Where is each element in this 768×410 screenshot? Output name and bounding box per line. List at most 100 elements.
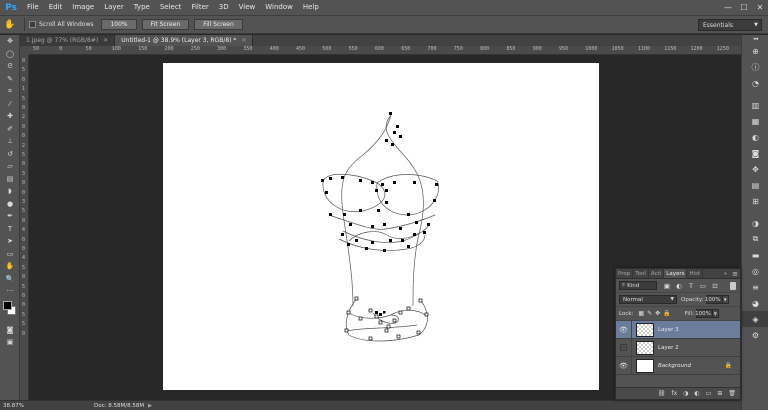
tab-untitled-1[interactable]: Untitled-1 @ 38.9% (Layer 3, RGB/8) * ✕ (115, 35, 254, 46)
menu-file[interactable]: File (22, 0, 44, 15)
clone-stamp-tool-icon[interactable]: ⊥ (0, 135, 20, 148)
pixel-filter-icon[interactable]: ▣ (661, 282, 673, 290)
clone-source-panel-icon[interactable]: ▦ (742, 113, 768, 129)
lock-position-icon[interactable]: ✥ (655, 310, 660, 317)
menu-layer[interactable]: Layer (99, 0, 129, 15)
tab-properties[interactable]: Prop (616, 269, 634, 278)
close-tab-icon[interactable]: ✕ (241, 35, 246, 46)
gradient-tool-icon[interactable]: ▤ (0, 173, 20, 186)
tab-1-jpeg[interactable]: 1.jpeg @ 77% (RGB/8#) ✕ (20, 35, 116, 46)
document-canvas[interactable] (163, 63, 599, 390)
tab-actions[interactable]: Acti (649, 269, 665, 278)
layers-panel-icon[interactable]: ◈ (742, 311, 768, 327)
path-selection-tool-icon[interactable]: ➤ (0, 235, 20, 248)
brush-panel-icon[interactable]: ▥ (742, 97, 768, 113)
menu-edit[interactable]: Edit (44, 0, 68, 15)
visibility-eye-icon[interactable]: 👁 (616, 320, 632, 339)
filter-toggle[interactable] (730, 282, 736, 290)
tab-history[interactable]: Hist (687, 269, 704, 278)
rectangle-tool-icon[interactable]: ▭ (0, 248, 20, 261)
eraser-tool-icon[interactable]: ▱ (0, 160, 20, 173)
type-filter-icon[interactable]: T (685, 282, 697, 290)
info-panel-icon[interactable]: ⓘ (742, 59, 768, 75)
lock-image-icon[interactable]: ✎ (647, 310, 652, 317)
brush-tool-icon[interactable]: ✐ (0, 123, 20, 136)
foreground-color-swatch[interactable] (3, 300, 12, 310)
crop-tool-icon[interactable]: ⌗ (0, 85, 20, 98)
zoom-tool-icon[interactable]: 🔍 (0, 273, 20, 286)
zoom-100-button[interactable]: 100% (101, 19, 137, 30)
marquee-tool-icon[interactable]: ◯ (0, 48, 20, 61)
adjustments-panel-icon[interactable]: ◐ (742, 129, 768, 145)
color-swatches[interactable] (0, 298, 20, 324)
eyedropper-tool-icon[interactable]: ⁄ (0, 98, 20, 111)
type-tool-icon[interactable]: T (0, 223, 20, 236)
blend-mode-dropdown[interactable]: Normal ▼ (619, 295, 677, 304)
lasso-tool-icon[interactable]: ᘓ (0, 60, 20, 73)
lock-all-icon[interactable]: 🔒 (663, 310, 670, 317)
blur-tool-icon[interactable]: ◗ (0, 185, 20, 198)
quick-mask-icon[interactable]: ◙ (0, 324, 20, 337)
layer-row-layer-2[interactable]: Layer 2 (616, 338, 740, 357)
fill-field[interactable]: 100% (695, 309, 713, 318)
horizontal-ruler[interactable]: 50 0 50 100 150 200 250 300 350 400 450 500 550 600 65… (29, 46, 741, 55)
maximize-button[interactable]: ☐ (736, 0, 752, 15)
vertical-ruler[interactable]: 0 5 0 1 5 0 2 0 0 2 5 0 3 0 0 3 5 0 4 0 0 4 5 0 5 0 0 5 5 0 (20, 55, 29, 400)
opacity-dropdown-icon[interactable]: ▼ (722, 295, 729, 304)
hand-tool-preset-icon[interactable]: ✋ (0, 16, 20, 33)
menu-type[interactable]: Type (129, 0, 155, 15)
lock-transparent-icon[interactable]: ▦ (638, 310, 644, 317)
fit-screen-button[interactable]: Fit Screen (141, 19, 190, 30)
menu-image[interactable]: Image (67, 0, 99, 15)
status-menu-arrow-icon[interactable]: ▶ (148, 403, 152, 409)
ruler-origin[interactable] (20, 46, 29, 55)
adjustment-layer-icon[interactable]: ◐ (694, 390, 699, 397)
minimize-button[interactable]: — (720, 0, 736, 15)
shape-filter-icon[interactable]: ▭ (697, 282, 709, 290)
healing-brush-tool-icon[interactable]: ✚ (0, 110, 20, 123)
new-group-icon[interactable]: ▭ (706, 390, 712, 397)
screen-mode-icon[interactable]: ▣ (0, 336, 20, 349)
workspace-switcher[interactable]: Essentials ▼ (698, 19, 762, 31)
collapse-panels-icon[interactable]: ◂◂ (742, 35, 768, 43)
paths-panel-icon[interactable]: ≡ (742, 279, 768, 295)
quick-select-tool-icon[interactable]: ✎ (0, 73, 20, 86)
zoom-level-field[interactable]: 38.87% (3, 403, 29, 409)
actions-panel-icon[interactable]: ✥ (742, 161, 768, 177)
tab-layers[interactable]: Layers (664, 269, 688, 278)
adjustment-filter-icon[interactable]: ◐ (673, 282, 685, 290)
tab-tool-presets[interactable]: Tool (633, 269, 649, 278)
panel-menu-icon[interactable]: ≡ (732, 269, 738, 279)
notes-panel-icon[interactable]: ◎ (742, 263, 768, 279)
fill-dropdown-icon[interactable]: ▼ (712, 309, 719, 318)
move-tool-icon[interactable]: ✥ (0, 35, 20, 48)
menu-view[interactable]: View (234, 0, 261, 15)
delete-layer-icon[interactable]: 🗑 (728, 390, 736, 397)
kind-filter-dropdown[interactable]: ⌕ Kind (619, 281, 657, 290)
paragraph-panel-icon[interactable]: ▤ (742, 177, 768, 193)
glyphs-panel-icon[interactable]: ◑ (742, 215, 768, 231)
properties-panel-icon[interactable]: ⚙ (742, 327, 768, 343)
visibility-eye-icon[interactable]: 👁 (616, 356, 632, 375)
opacity-field[interactable]: 100% (705, 295, 723, 304)
channels-panel-icon[interactable]: ◕ (742, 295, 768, 311)
layer-row-layer-3[interactable]: 👁 Layer 3 (616, 320, 740, 339)
new-layer-icon[interactable]: ⊞ (717, 390, 722, 397)
expand-panel-icon[interactable]: » (724, 269, 727, 279)
timeline-panel-icon[interactable]: ▬ (742, 247, 768, 263)
history-panel-icon[interactable]: ⊕ (742, 43, 768, 59)
close-button[interactable]: ✕ (752, 0, 768, 15)
menu-help[interactable]: Help (298, 0, 324, 15)
character-panel-icon[interactable]: ⊞ (742, 193, 768, 209)
swatches-panel-icon[interactable]: ◔ (742, 75, 768, 91)
fill-screen-button[interactable]: Fill Screen (194, 19, 243, 30)
add-mask-icon[interactable]: ◑ (683, 390, 688, 397)
scroll-all-windows-checkbox[interactable] (29, 21, 36, 28)
menu-3d[interactable]: 3D (214, 0, 234, 15)
layer-style-icon[interactable]: fx (672, 390, 678, 397)
layer-row-background[interactable]: 👁 Background 🔒 (616, 356, 740, 375)
dodge-tool-icon[interactable]: ● (0, 198, 20, 211)
styles-panel-icon[interactable]: ◙ (742, 145, 768, 161)
menu-select[interactable]: Select (155, 0, 187, 15)
smart-object-filter-icon[interactable]: ⊡ (709, 282, 721, 290)
